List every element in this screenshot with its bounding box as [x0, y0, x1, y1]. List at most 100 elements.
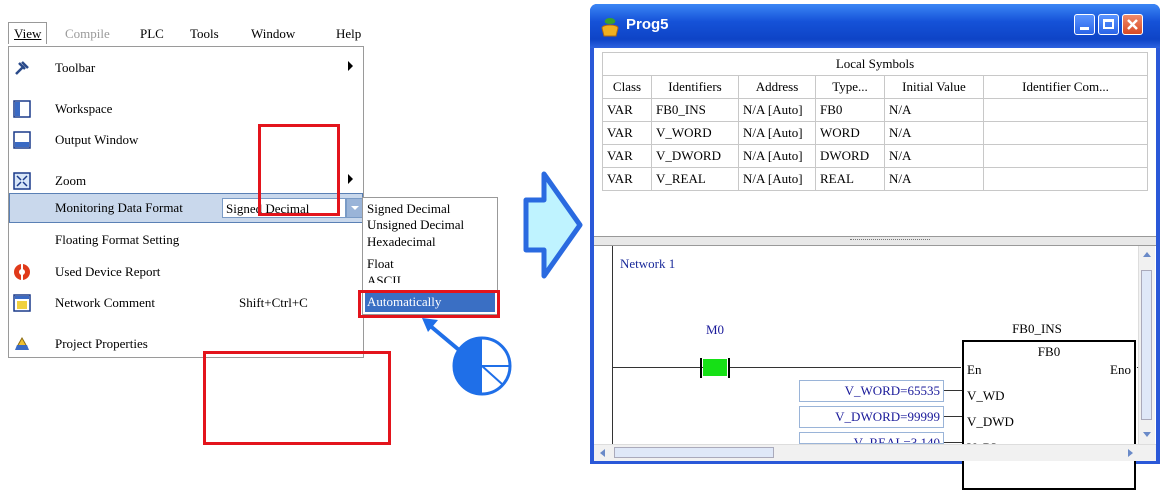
column-header[interactable]: Initial Value — [884, 75, 984, 99]
scroll-up-icon[interactable] — [1143, 252, 1151, 257]
cell-class[interactable]: VAR — [602, 144, 652, 168]
cell-address[interactable]: N/A [Auto] — [738, 167, 816, 191]
device-report-icon — [14, 264, 30, 280]
cell-initial-value[interactable]: N/A — [884, 144, 984, 168]
scroll-left-icon[interactable] — [600, 449, 605, 457]
menu-item-label: Toolbar — [55, 60, 96, 75]
cell-address[interactable]: N/A [Auto] — [738, 98, 816, 122]
menu-item-floating-format[interactable]: Floating Format Setting — [9, 225, 363, 255]
monitor-value-real[interactable]: V_REAL=3.140 — [799, 432, 944, 444]
cell-identifier[interactable]: V_REAL — [651, 167, 739, 191]
cell-class[interactable]: VAR — [602, 167, 652, 191]
maximize-icon — [1103, 19, 1114, 29]
column-header[interactable]: Class — [602, 75, 652, 99]
ladder-editor[interactable]: Network 1 M0 FB0_INS FB0 En Eno V_WD V_D… — [594, 246, 1139, 490]
cell-comment[interactable] — [983, 121, 1148, 145]
horizontal-scrollbar[interactable] — [594, 444, 1156, 461]
program-icon — [601, 18, 619, 37]
local-symbols-table: Local Symbols Class Identifiers Address … — [602, 52, 1148, 191]
pane-splitter[interactable] — [594, 236, 1156, 246]
cell-identifier[interactable]: V_DWORD — [651, 144, 739, 168]
title-bar[interactable]: Prog5 — [590, 4, 1160, 48]
cell-class[interactable]: VAR — [602, 98, 652, 122]
scroll-down-icon[interactable] — [1143, 432, 1151, 437]
cell-type[interactable]: DWORD — [815, 144, 885, 168]
program-window: Prog5 Local Symbols Class Identifiers Ad… — [590, 4, 1160, 490]
menu-item-network-comment[interactable]: Network Comment Shift+Ctrl+C — [9, 288, 363, 318]
menu-help[interactable]: Help — [336, 26, 361, 42]
contact-bar — [728, 358, 730, 378]
select-dropdown-button[interactable] — [346, 198, 363, 218]
cell-type[interactable]: FB0 — [815, 98, 885, 122]
cell-address[interactable]: N/A [Auto] — [738, 144, 816, 168]
rung-line — [729, 367, 961, 368]
menu-tools[interactable]: Tools — [190, 26, 219, 42]
monitor-value-word[interactable]: V_WORD=65535 — [799, 380, 944, 402]
table-row[interactable]: VAR V_WORD N/A [Auto] WORD N/A — [602, 121, 1148, 145]
option-ascii[interactable]: ASCII — [367, 273, 401, 283]
menu-item-label: Output Window — [55, 132, 139, 147]
table-header-row: Class Identifiers Address Type... Initia… — [602, 75, 1148, 99]
menu-view[interactable]: View — [8, 22, 48, 44]
fb-pin-en: En — [967, 362, 982, 377]
scroll-thumb[interactable] — [1141, 270, 1152, 420]
menu-item-label: Workspace — [55, 101, 113, 116]
close-icon — [1127, 19, 1138, 30]
window-client: Local Symbols Class Identifiers Address … — [594, 48, 1156, 490]
submenu-arrow-icon — [348, 61, 353, 71]
cell-initial-value[interactable]: N/A — [884, 98, 984, 122]
column-header[interactable]: Identifiers — [651, 75, 739, 99]
cell-type[interactable]: WORD — [815, 121, 885, 145]
column-header[interactable]: Address — [738, 75, 816, 99]
option-unsigned-decimal[interactable]: Unsigned Decimal — [367, 217, 464, 232]
close-button[interactable] — [1122, 14, 1143, 35]
menu-item-used-device-report[interactable]: Used Device Report — [9, 257, 363, 287]
menu-item-workspace[interactable]: Workspace — [9, 94, 363, 124]
function-block[interactable]: FB0 En Eno V_WD V_DWD V_RL — [962, 340, 1136, 490]
arrow-right-icon — [523, 171, 583, 279]
cell-address[interactable]: N/A [Auto] — [738, 121, 816, 145]
chevron-down-icon — [351, 206, 359, 210]
vertical-scrollbar[interactable] — [1138, 246, 1155, 444]
option-signed-decimal[interactable]: Signed Decimal — [367, 201, 450, 216]
column-header[interactable]: Identifier Com... — [983, 75, 1148, 99]
network-label: Network 1 — [620, 256, 676, 271]
cell-identifier[interactable]: FB0_INS — [651, 98, 739, 122]
menu-plc[interactable]: PLC — [140, 26, 164, 42]
pin-wire — [944, 390, 962, 391]
cell-type[interactable]: REAL — [815, 167, 885, 191]
output-window-icon — [13, 131, 31, 149]
table-row[interactable]: VAR V_DWORD N/A [Auto] DWORD N/A — [602, 144, 1148, 168]
cell-initial-value[interactable]: N/A — [884, 167, 984, 191]
window-title: Prog5 — [626, 16, 669, 33]
menu-window[interactable]: Window — [251, 26, 295, 42]
symbols-caption: Local Symbols — [602, 52, 1148, 76]
pin-wire — [944, 416, 962, 417]
contact-m0[interactable] — [703, 359, 727, 376]
menu-item-label: Used Device Report — [55, 264, 161, 279]
cell-initial-value[interactable]: N/A — [884, 121, 984, 145]
option-hexadecimal[interactable]: Hexadecimal — [367, 234, 436, 249]
table-row[interactable]: VAR FB0_INS N/A [Auto] FB0 N/A — [602, 98, 1148, 122]
menu-item-toolbar[interactable]: Toolbar — [9, 53, 363, 83]
minimize-button[interactable] — [1074, 14, 1095, 35]
cell-identifier[interactable]: V_WORD — [651, 121, 739, 145]
fb-pin-input: V_WD — [967, 388, 1005, 403]
scroll-right-icon[interactable] — [1128, 449, 1133, 457]
cell-class[interactable]: VAR — [602, 121, 652, 145]
menu-compile[interactable]: Compile — [65, 26, 110, 42]
tools-icon — [15, 61, 29, 75]
option-float[interactable]: Float — [367, 256, 394, 271]
table-row[interactable]: VAR V_REAL N/A [Auto] REAL N/A — [602, 167, 1148, 191]
click-pointer-icon — [422, 318, 512, 396]
workspace-icon — [13, 100, 31, 118]
fb-instance-label: FB0_INS — [1012, 321, 1062, 336]
cell-comment[interactable] — [983, 144, 1148, 168]
monitor-value-dword[interactable]: V_DWORD=99999 — [799, 406, 944, 428]
fb-pin-input: V_DWD — [967, 414, 1014, 429]
cell-comment[interactable] — [983, 167, 1148, 191]
maximize-button[interactable] — [1098, 14, 1119, 35]
column-header[interactable]: Type... — [815, 75, 885, 99]
cell-comment[interactable] — [983, 98, 1148, 122]
scroll-thumb[interactable] — [614, 447, 774, 458]
